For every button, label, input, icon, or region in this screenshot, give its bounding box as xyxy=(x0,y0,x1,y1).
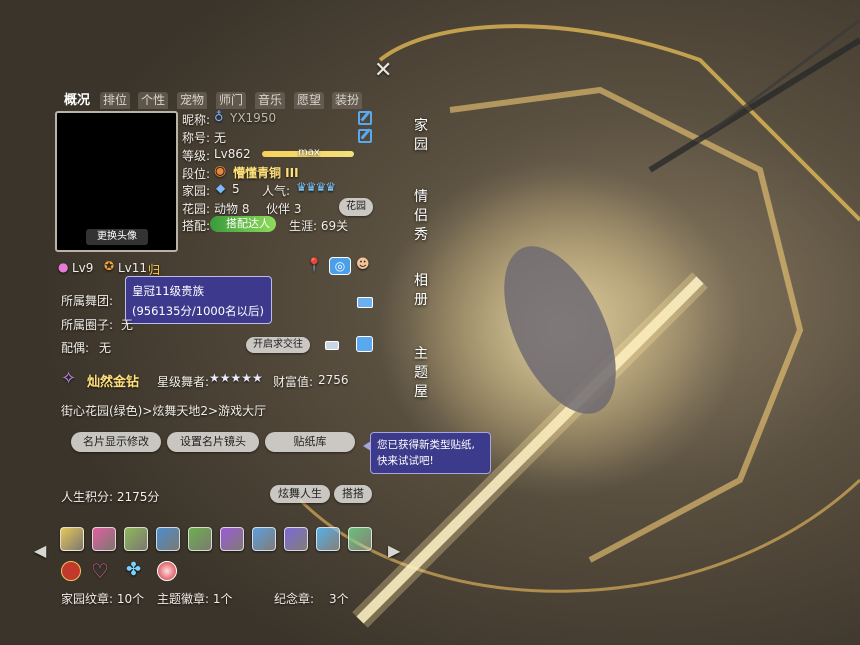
home-badge-icon[interactable] xyxy=(60,527,84,551)
home-badge-icon[interactable] xyxy=(284,527,308,551)
star-dancer-label: 星级舞者: xyxy=(157,375,210,389)
popularity-label: 人气: xyxy=(262,184,291,198)
hint-line1: 您已获得新类型贴纸, xyxy=(377,439,475,451)
title-value: 无 xyxy=(214,131,227,145)
edit-nickname-icon[interactable] xyxy=(358,111,372,125)
gender-icon: ♁ xyxy=(214,110,224,125)
home-icon: ◆ xyxy=(216,181,226,195)
home-label: 家园: xyxy=(182,184,211,198)
map-pin-icon[interactable]: 📍 xyxy=(306,258,322,273)
rank-label: 段位: xyxy=(182,167,211,181)
title-label: 称号: xyxy=(182,131,211,145)
vip-name: 灿然金钻 xyxy=(87,375,140,390)
match-label: 搭配: xyxy=(182,219,211,233)
memorial-value: 3个 xyxy=(329,592,349,606)
mail-icon[interactable] xyxy=(356,336,373,352)
rank-value: 懵懂青铜 III xyxy=(233,166,299,180)
card-edit-button[interactable]: 名片显示修改 xyxy=(71,432,161,452)
wealth-label: 财富值: xyxy=(273,375,314,389)
menu-home[interactable]: 家园 xyxy=(412,117,430,155)
garden-button[interactable]: 花园 xyxy=(339,198,373,216)
sticker-hint-popup: 您已获得新类型贴纸, 快来试试吧! xyxy=(363,432,491,474)
nickname-value: YX1950 xyxy=(230,111,277,125)
wealth-value: 2756 xyxy=(318,373,349,387)
flame-level-icon: ✪ xyxy=(104,259,115,273)
home-badge-icon[interactable] xyxy=(188,527,212,551)
prev-arrow-icon[interactable]: ◀ xyxy=(34,541,46,560)
tab-outfit[interactable]: 装扮 xyxy=(332,92,363,109)
garden-label: 花园: xyxy=(182,202,211,216)
hint-line2: 快来试试吧! xyxy=(377,455,434,467)
home-badge-icon[interactable] xyxy=(316,527,340,551)
card-lens-button[interactable]: 设置名片镜头 xyxy=(167,432,259,452)
next-arrow-icon[interactable]: ▶ xyxy=(388,541,400,560)
clover-medal-icon: ✤ xyxy=(126,559,142,580)
dance-group-label: 所属舞团: xyxy=(61,294,114,308)
menu-theme-house[interactable]: 主题屋 xyxy=(412,345,430,402)
tab-pets[interactable]: 宠物 xyxy=(177,92,208,109)
tab-school[interactable]: 师门 xyxy=(216,92,247,109)
spouse-value: 无 xyxy=(99,341,112,355)
close-icon[interactable]: ✕ xyxy=(374,58,392,83)
location-breadcrumb: 街心花园(绿色)>炫舞天地2>游戏大厅 xyxy=(61,404,267,418)
popularity-crown-icons: ♛♛♛♛ xyxy=(296,180,336,194)
tab-personality[interactable]: 个性 xyxy=(138,92,169,109)
edit-title-icon[interactable] xyxy=(358,129,372,143)
circle-value: 无 xyxy=(121,318,134,332)
open-request-button[interactable]: 开启求交往 xyxy=(246,337,310,353)
person-icon[interactable]: ☻ xyxy=(356,257,370,272)
memorial-label: 纪念章: xyxy=(274,592,315,606)
dance-life-button[interactable]: 炫舞人生 xyxy=(270,485,330,503)
change-avatar-button[interactable]: 更换头像 xyxy=(86,229,148,245)
level-value: Lv862 xyxy=(214,147,251,161)
garden-partners: 伙伴 3 xyxy=(266,202,302,216)
match-button[interactable]: 搭搭 xyxy=(334,485,372,503)
tab-wish[interactable]: 愿望 xyxy=(294,92,325,109)
home-badge-icon[interactable] xyxy=(252,527,276,551)
match-badge: 搭配达人 xyxy=(210,216,276,232)
rank-icon: ◉ xyxy=(214,163,227,179)
sticker-library-button[interactable]: 贴纸库 xyxy=(265,432,355,452)
noble-tooltip: 皇冠11级贵族 (956135分/1000名以后) xyxy=(125,276,272,324)
circle-label: 所属圈子: xyxy=(61,318,114,332)
level-b: Lv11 xyxy=(118,261,148,275)
home-badge-icon[interactable] xyxy=(348,527,372,551)
tooltip-line2: (956135分/1000名以后) xyxy=(132,304,265,318)
garden-animals: 动物 8 xyxy=(214,202,250,216)
tab-ranking[interactable]: 排位 xyxy=(100,92,131,109)
home-badge-icon[interactable] xyxy=(124,527,148,551)
camera-icon[interactable]: ◎ xyxy=(329,257,351,275)
rose-medal-icon xyxy=(157,561,177,581)
home-badge-icon[interactable] xyxy=(220,527,244,551)
tooltip-line1: 皇冠11级贵族 xyxy=(132,284,205,298)
dance-group-card-icon[interactable] xyxy=(357,297,373,308)
level-label: 等级: xyxy=(182,149,211,163)
spouse-label: 配偶: xyxy=(61,341,90,355)
nickname-label: 昵称: xyxy=(182,113,211,127)
home-badge-count: 家园纹章: 10个 xyxy=(61,592,145,606)
pet-level-icon: ● xyxy=(58,260,69,274)
star-rating: ★★★★★ xyxy=(209,371,263,385)
level-a: Lv9 xyxy=(72,261,94,275)
career-value: 生涯: 69关 xyxy=(289,219,349,233)
tab-music[interactable]: 音乐 xyxy=(255,92,286,109)
card-icon[interactable] xyxy=(325,341,339,350)
dancer-medal-icon xyxy=(61,561,81,581)
menu-couple-show[interactable]: 情侣秀 xyxy=(412,188,430,245)
home-badge-icon[interactable] xyxy=(92,527,116,551)
heart-medal-icon: ♡ xyxy=(91,559,109,583)
diamond-vip-icon: ✧ xyxy=(61,368,77,389)
tab-overview[interactable]: 概况 xyxy=(61,92,93,109)
home-badge-icon[interactable] xyxy=(156,527,180,551)
menu-album[interactable]: 相册 xyxy=(412,272,430,310)
theme-badge-count: 主题徽章: 1个 xyxy=(157,592,233,606)
level-max-label: max xyxy=(298,147,320,158)
life-points: 人生积分: 2175分 xyxy=(61,490,160,504)
home-value: 5 xyxy=(232,182,240,196)
